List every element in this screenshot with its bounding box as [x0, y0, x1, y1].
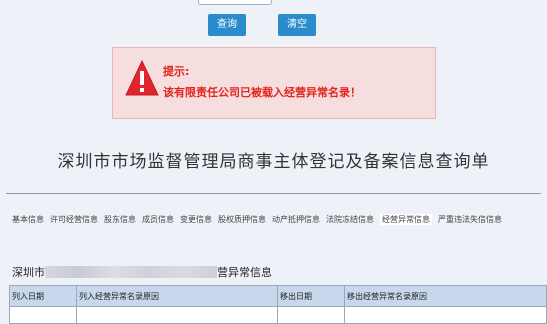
- abnormal-operation-table: 列入日期 列入经营异常名录原因 移出日期 移出经营异常名录原因: [9, 285, 547, 324]
- tab-shareholder-info[interactable]: 股东信息: [104, 214, 136, 225]
- tab-license-info[interactable]: 许可经营信息: [50, 214, 98, 225]
- alert-title: 提示:: [163, 65, 190, 78]
- column-header-listed-reason: 列入经营异常名录原因: [76, 285, 278, 307]
- tab-basic-info[interactable]: 基本信息: [12, 214, 44, 225]
- column-header-listed-date: 列入日期: [9, 285, 77, 307]
- query-button[interactable]: 查询: [208, 14, 246, 36]
- tab-equity-pledge-info[interactable]: 股权质押信息: [218, 214, 266, 225]
- table-cell: [9, 306, 77, 324]
- clear-button[interactable]: 清空: [278, 14, 316, 36]
- table-cell: [277, 306, 345, 324]
- alert-message: 该有限责任公司已被载入经营异常名录！: [163, 86, 361, 99]
- table-header-row: 列入日期 列入经营异常名录原因 移出日期 移出经营异常名录原因: [9, 285, 547, 307]
- section-title-prefix: 深圳市: [12, 266, 45, 279]
- search-input[interactable]: [198, 0, 272, 5]
- table-cell: [76, 306, 278, 324]
- warning-icon: [125, 59, 159, 96]
- tab-member-info[interactable]: 成员信息: [142, 214, 174, 225]
- tab-chattel-mortgage-info[interactable]: 动产抵押信息: [272, 214, 320, 225]
- section-title-suffix: 营异常信息: [217, 266, 272, 279]
- tab-serious-violation-info[interactable]: 严重违法失信信息: [438, 214, 502, 225]
- alert-box: 提示: 该有限责任公司已被载入经营异常名录！: [112, 47, 436, 119]
- tab-change-info[interactable]: 变更信息: [180, 214, 212, 225]
- divider: [6, 193, 541, 194]
- column-header-removed-date: 移出日期: [277, 285, 345, 307]
- tab-abnormal-operation-info[interactable]: 经营异常信息: [380, 214, 432, 225]
- tab-bar: 基本信息 许可经营信息 股东信息 成员信息 变更信息 股权质押信息 动产抵押信息 法院冻结信息…: [12, 214, 537, 225]
- tab-court-freeze-info[interactable]: 法院冻结信息: [326, 214, 374, 225]
- table-cell: [344, 306, 547, 324]
- table-row: [9, 306, 547, 324]
- page-title: 深圳市市场监督管理局商事主体登记及备案信息查询单: [57, 152, 490, 172]
- redacted-company-name: [45, 266, 217, 278]
- column-header-removed-reason: 移出经营异常名录原因: [344, 285, 547, 307]
- section-title: 深圳市 营异常信息: [12, 264, 272, 280]
